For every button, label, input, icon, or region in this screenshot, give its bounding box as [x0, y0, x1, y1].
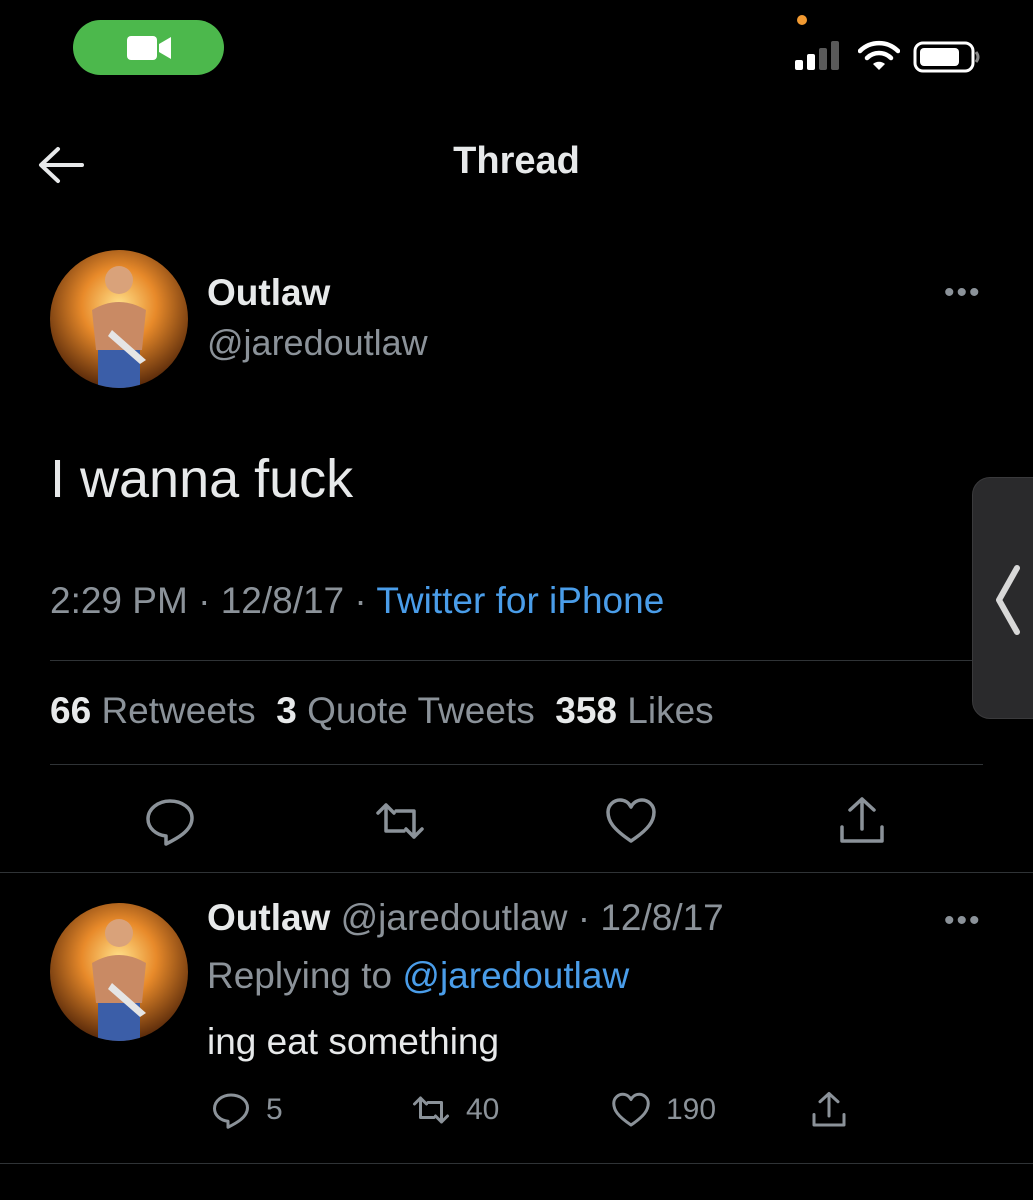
like-icon — [612, 1092, 650, 1127]
author-name[interactable]: Outlaw — [207, 272, 330, 314]
replying-to: Replying to @jaredoutlaw — [207, 955, 629, 997]
wifi-icon — [858, 40, 900, 70]
divider — [0, 872, 1033, 873]
retweet-action[interactable]: 40 — [410, 1089, 499, 1131]
divider — [50, 660, 975, 661]
reply-author-name[interactable]: Outlaw — [207, 897, 330, 938]
avatar[interactable] — [50, 250, 188, 388]
like-action[interactable]: 190 — [610, 1089, 716, 1131]
retweet-icon[interactable] — [372, 793, 428, 849]
divider — [0, 1163, 1033, 1164]
tweet-source-link[interactable]: Twitter for iPhone — [376, 580, 664, 621]
like-icon[interactable] — [603, 793, 659, 849]
reply-action[interactable]: 5 — [210, 1089, 283, 1131]
reply-count: 5 — [266, 1093, 283, 1126]
reply-header: Outlaw @jaredoutlaw · 12/8/17 — [207, 897, 724, 939]
retweet-icon — [413, 1096, 449, 1124]
share-action[interactable] — [808, 1089, 850, 1131]
share-icon[interactable] — [834, 793, 890, 849]
tweet-text: I wanna fuck — [50, 449, 354, 509]
divider — [50, 764, 983, 765]
reply-author-handle[interactable]: @jaredoutlaw — [341, 897, 568, 938]
battery-icon — [913, 41, 980, 73]
avatar[interactable] — [50, 903, 188, 1041]
page-title: Thread — [453, 140, 580, 182]
retweet-count: 40 — [466, 1093, 500, 1126]
retweets-stat[interactable]: 66 Retweets — [50, 690, 256, 731]
chevron-left-icon — [996, 565, 1020, 635]
author-handle[interactable]: @jaredoutlaw — [207, 322, 428, 364]
more-options-icon[interactable]: ••• — [944, 276, 982, 310]
retweets-count: 66 — [50, 690, 92, 731]
separator: · — [187, 580, 221, 621]
tweet-date: 12/8/17 — [220, 580, 345, 621]
separator: · — [567, 897, 601, 938]
quotes-count: 3 — [276, 690, 297, 731]
replying-to-handle[interactable]: @jaredoutlaw — [402, 955, 629, 996]
active-call-pill[interactable] — [73, 20, 224, 75]
reply-icon[interactable] — [142, 793, 198, 849]
reply-date: 12/8/17 — [600, 897, 724, 938]
likes-stat[interactable]: 358 Likes — [555, 690, 713, 731]
retweets-label: Retweets — [101, 690, 256, 731]
tweet-stats: 66 Retweets 3 Quote Tweets 358 Likes — [50, 690, 714, 732]
privacy-indicator-dot — [797, 15, 807, 25]
reply-icon — [213, 1093, 249, 1129]
quotes-stat[interactable]: 3 Quote Tweets — [276, 690, 534, 731]
side-handle[interactable] — [972, 477, 1033, 719]
reply-text: ing eat something — [207, 1021, 500, 1062]
tweet-metadata: 2:29 PM · 12/8/17 · Twitter for iPhone — [50, 580, 664, 622]
likes-label: Likes — [627, 690, 714, 731]
video-call-icon — [126, 35, 171, 60]
like-count: 190 — [666, 1093, 717, 1126]
quotes-label: Quote Tweets — [307, 690, 535, 731]
likes-count: 358 — [555, 690, 618, 731]
separator: · — [344, 580, 377, 621]
tweet-time: 2:29 PM — [50, 580, 188, 621]
cellular-signal-icon — [795, 41, 839, 70]
replying-to-label: Replying to — [207, 955, 393, 996]
share-icon — [812, 1092, 846, 1127]
more-options-icon[interactable]: ••• — [944, 904, 982, 938]
